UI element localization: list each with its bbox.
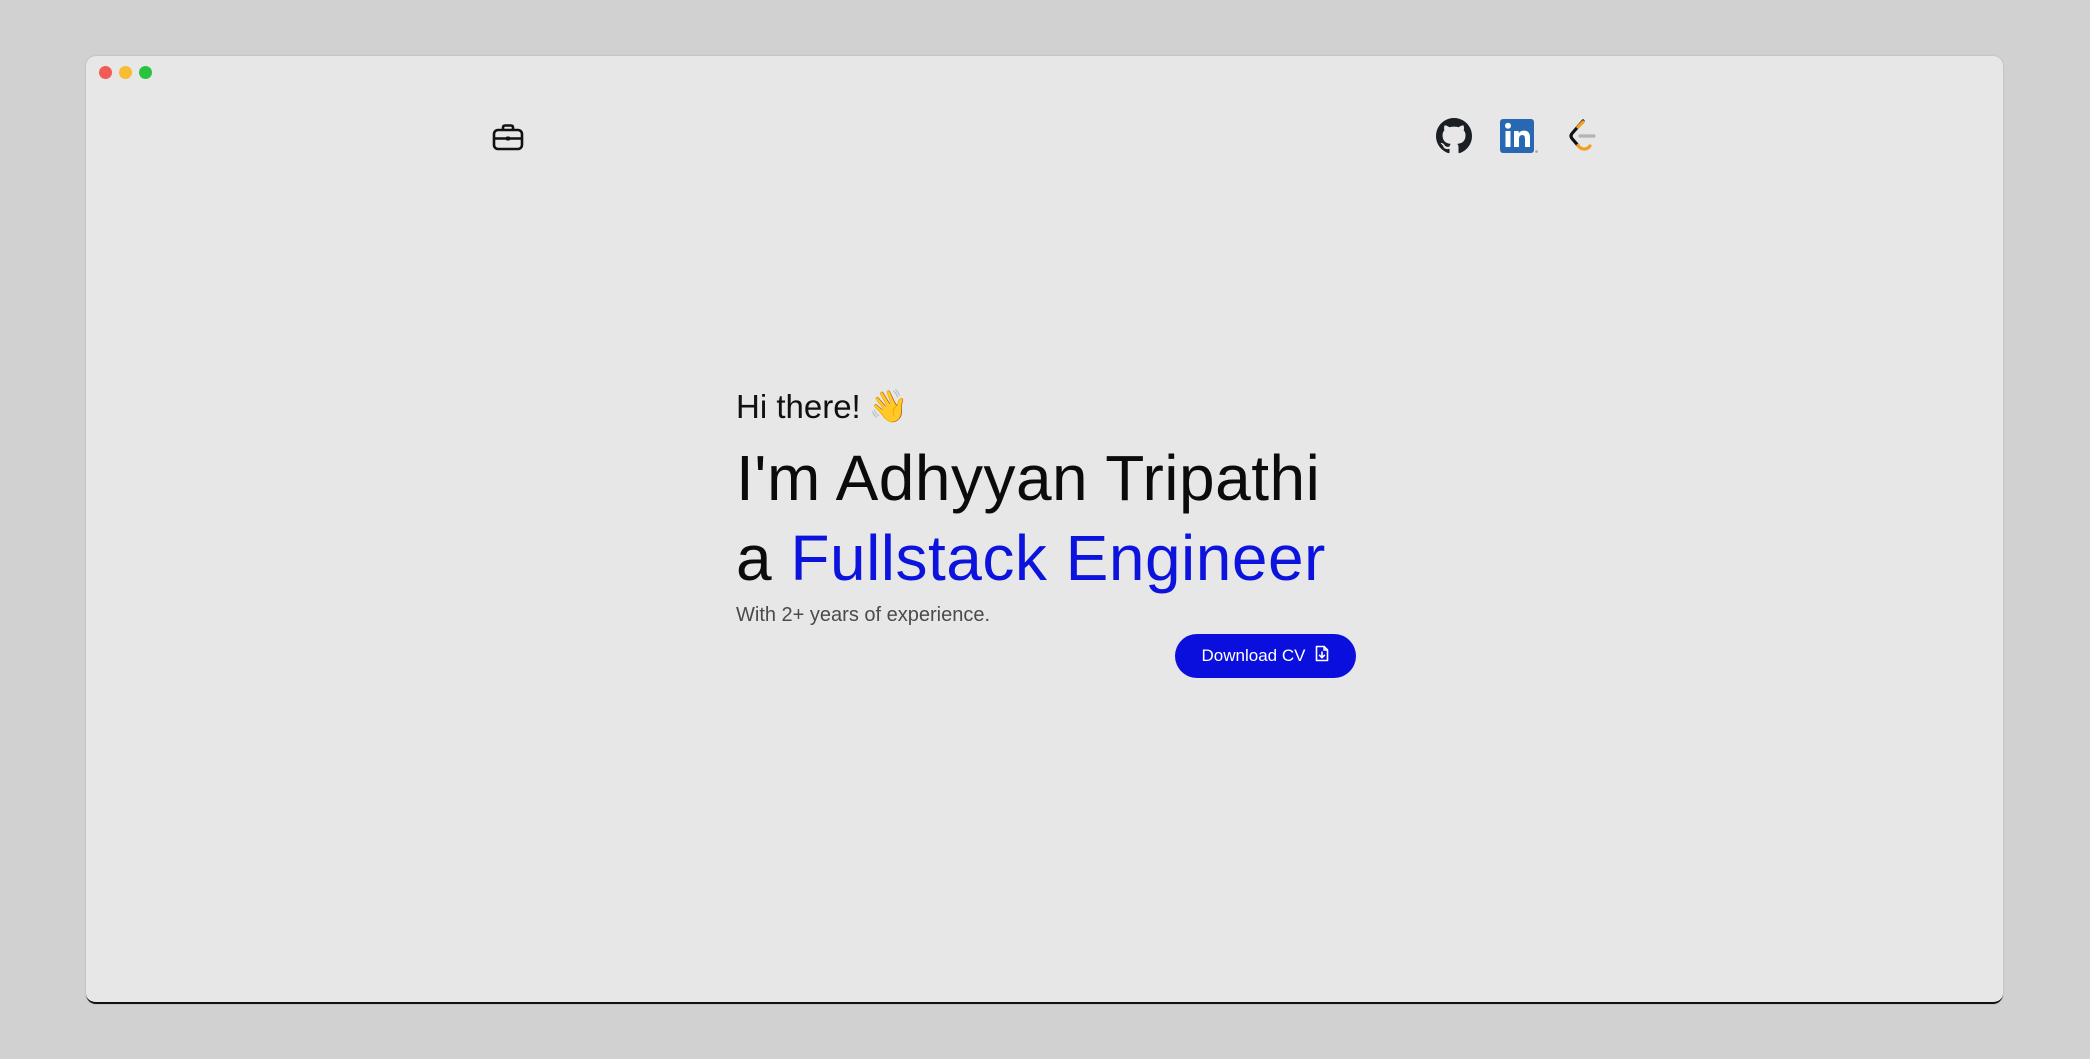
role-prefix: a xyxy=(736,522,773,594)
hero-section: Hi there! 👋 I'm Adhyyan Tripathi a Fulls… xyxy=(736,384,1366,678)
headline: I'm Adhyyan Tripathi a Fullstack Enginee… xyxy=(736,438,1366,598)
role-title: Fullstack Engineer xyxy=(790,522,1326,594)
minimize-window-button[interactable] xyxy=(119,66,132,79)
name-line: I'm Adhyyan Tripathi xyxy=(736,442,1321,514)
experience-subtitle: With 2+ years of experience. xyxy=(736,604,991,626)
github-icon[interactable] xyxy=(1435,117,1473,155)
greeting-text: Hi there! xyxy=(736,387,861,425)
role-line: a Fullstack Engineer xyxy=(736,518,1366,598)
greeting: Hi there! 👋 xyxy=(736,384,1366,428)
download-cv-button[interactable]: Download CV xyxy=(1175,634,1356,678)
leetcode-icon[interactable] xyxy=(1565,117,1601,155)
waving-hand-icon: 👋 xyxy=(868,388,909,424)
browser-window: Hi there! 👋 I'm Adhyyan Tripathi a Fulls… xyxy=(86,56,2003,1004)
download-cv-label: Download CV xyxy=(1201,646,1306,665)
linkedin-icon[interactable] xyxy=(1499,117,1539,155)
maximize-window-button[interactable] xyxy=(139,66,152,79)
close-window-button[interactable] xyxy=(99,66,112,79)
briefcase-icon[interactable] xyxy=(491,120,525,154)
file-download-icon xyxy=(1315,645,1329,667)
window-controls xyxy=(99,66,152,79)
